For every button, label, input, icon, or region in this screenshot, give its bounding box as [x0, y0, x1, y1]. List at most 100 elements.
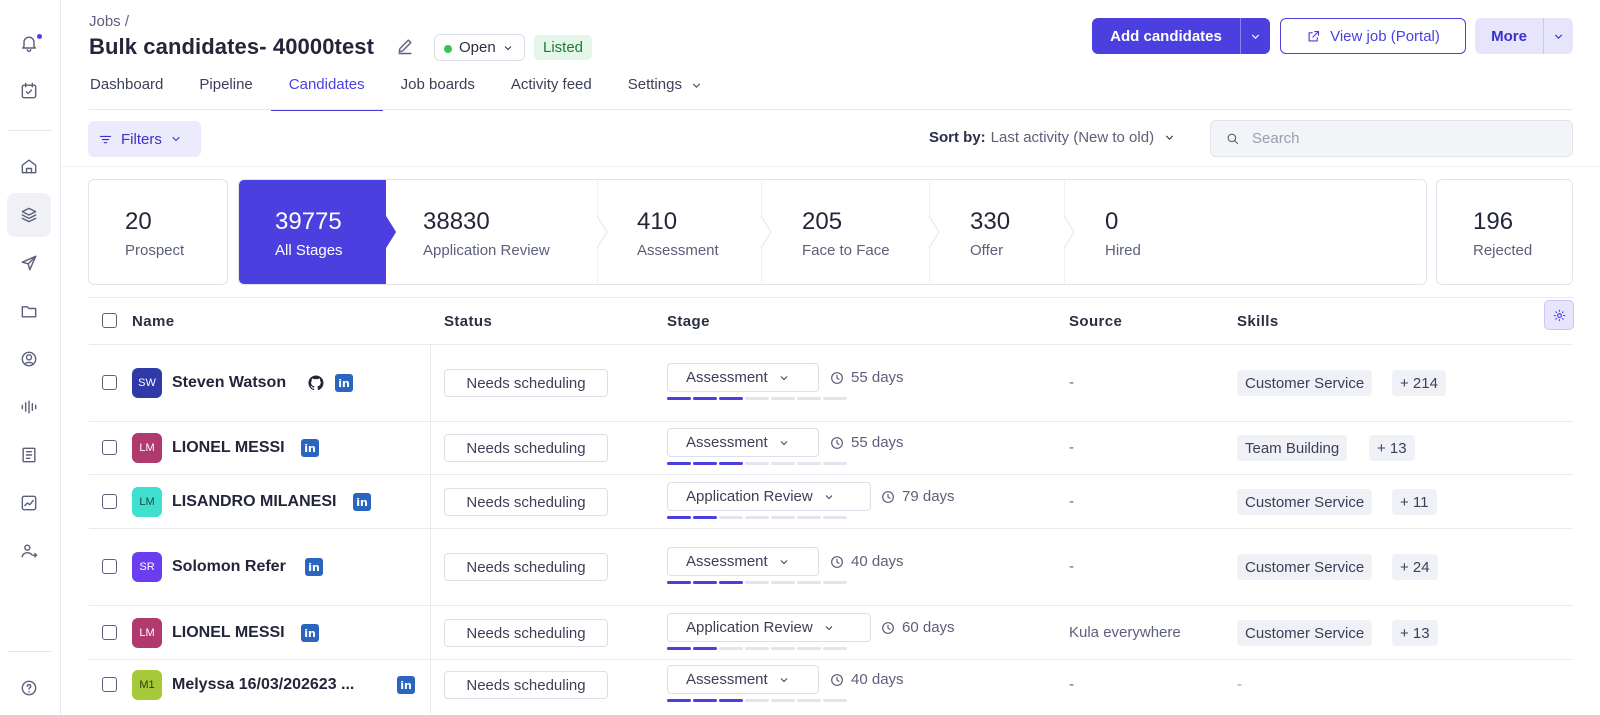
app-root: Jobs / Bulk candidates- 40000test Open L… — [0, 0, 1600, 715]
github-icon[interactable] — [307, 374, 325, 392]
column-header-source[interactable]: Source — [1069, 313, 1122, 330]
row-checkbox[interactable] — [102, 375, 117, 390]
sort-dropdown[interactable]: Sort by: Last activity (New to old) — [929, 129, 1176, 146]
row-checkbox[interactable] — [102, 677, 117, 692]
waveform-icon[interactable] — [7, 385, 51, 429]
more-skills-tag[interactable]: + 11 — [1392, 489, 1437, 515]
days-label: 55 days — [851, 434, 904, 451]
stage-dropdown[interactable]: Assessment — [667, 428, 819, 457]
notebook-icon[interactable] — [7, 433, 51, 477]
row-checkbox[interactable] — [102, 625, 117, 640]
status-dot — [444, 45, 452, 53]
column-header-stage[interactable]: Stage — [667, 313, 710, 330]
stage-count: 39775 — [275, 208, 342, 235]
chevron-down-icon — [1251, 33, 1260, 39]
stage-face-to-face[interactable]: 205 Face to Face — [766, 180, 930, 284]
view-job-portal-button[interactable]: View job (Portal) — [1280, 18, 1466, 54]
candidate-name[interactable]: LIONEL MESSI — [172, 439, 285, 457]
stage-prospect[interactable]: 20 Prospect — [88, 179, 228, 285]
candidate-name[interactable]: LIONEL MESSI — [172, 624, 285, 642]
table-row[interactable]: LM LISANDRO MILANESI in Needs scheduling… — [89, 475, 1573, 529]
stage-hired[interactable]: 0 Hired — [1069, 180, 1409, 284]
tab-job-boards[interactable]: Job boards — [383, 74, 493, 110]
tab-dashboard[interactable]: Dashboard — [89, 74, 181, 110]
stage-application-review[interactable]: 38830 Application Review — [387, 180, 597, 284]
stage-label: All Stages — [275, 242, 343, 259]
row-checkbox[interactable] — [102, 559, 117, 574]
stage-dropdown[interactable]: Assessment — [667, 665, 819, 694]
stage-rejected[interactable]: 196 Rejected — [1436, 179, 1573, 285]
jobs-layers-icon[interactable] — [7, 193, 51, 237]
table-row[interactable]: SW Steven Watson in Needs scheduling Ass… — [89, 345, 1573, 422]
stage-dropdown[interactable]: Assessment — [667, 547, 819, 576]
filters-button[interactable]: Filters — [88, 121, 201, 157]
table-header: Name Status Stage Source Skills — [89, 297, 1573, 345]
analytics-chart-icon[interactable] — [7, 481, 51, 525]
stage-count: 196 — [1473, 208, 1514, 235]
linkedin-icon[interactable]: in — [335, 374, 353, 392]
job-status-dropdown[interactable]: Open — [434, 34, 525, 61]
stage-all-stages[interactable]: 39775 All Stages — [239, 180, 386, 284]
more-button[interactable]: More — [1475, 18, 1573, 54]
candidate-name[interactable]: Solomon Refer — [172, 558, 286, 576]
select-all-checkbox[interactable] — [102, 313, 117, 328]
table-row[interactable]: LM LIONEL MESSI in Needs scheduling Appl… — [89, 606, 1573, 660]
table-row[interactable]: M1 Melyssa 16/03/202623 ... in Needs sch… — [89, 660, 1573, 715]
view-job-label: View job (Portal) — [1330, 27, 1440, 45]
home-icon[interactable] — [7, 144, 51, 188]
candidate-name[interactable]: Steven Watson — [172, 374, 286, 392]
avatar: M1 — [132, 670, 162, 700]
job-status-label: Open — [459, 39, 496, 56]
linkedin-icon[interactable]: in — [301, 624, 319, 642]
stage-offer[interactable]: 330 Offer — [934, 180, 1064, 284]
search-input[interactable] — [1252, 130, 1552, 147]
send-icon[interactable] — [7, 241, 51, 285]
breadcrumb[interactable]: Jobs / — [89, 13, 129, 30]
notifications-bell-icon[interactable] — [7, 21, 51, 65]
more-skills-tag[interactable]: + 13 — [1392, 620, 1438, 646]
row-checkbox[interactable] — [102, 494, 117, 509]
more-skills-tag[interactable]: + 24 — [1392, 554, 1438, 580]
stage-pipeline: 39775 All Stages 38830 Application Revie… — [238, 179, 1427, 285]
source-value: - — [1069, 493, 1074, 510]
more-dropdown-toggle[interactable] — [1543, 18, 1573, 54]
linkedin-icon[interactable]: in — [301, 439, 319, 457]
help-icon[interactable] — [7, 666, 51, 710]
edit-pencil-icon[interactable] — [395, 36, 417, 58]
folder-icon[interactable] — [7, 289, 51, 333]
stage-label: Application Review — [423, 242, 550, 259]
users-arrow-icon[interactable] — [7, 529, 51, 573]
stage-dropdown[interactable]: Application Review — [667, 613, 871, 642]
tab-activity-feed[interactable]: Activity feed — [493, 74, 610, 110]
candidate-name[interactable]: LISANDRO MILANESI — [172, 493, 336, 511]
add-candidates-button[interactable]: Add candidates — [1092, 18, 1270, 54]
stage-dropdown[interactable]: Application Review — [667, 482, 871, 511]
calendar-check-icon[interactable] — [7, 69, 51, 113]
user-circle-icon[interactable] — [7, 337, 51, 381]
time-in-stage: 60 days — [880, 619, 955, 636]
column-header-skills[interactable]: Skills — [1237, 313, 1279, 330]
column-header-name[interactable]: Name — [132, 313, 174, 330]
sort-label: Sort by: — [929, 129, 986, 146]
more-skills-tag[interactable]: + 214 — [1392, 370, 1446, 396]
table-settings-button[interactable] — [1544, 300, 1574, 330]
source-value: - — [1069, 558, 1074, 575]
candidate-name[interactable]: Melyssa 16/03/202623 ... — [172, 676, 354, 694]
tab-pipeline[interactable]: Pipeline — [181, 74, 270, 110]
gear-icon — [1553, 309, 1565, 321]
linkedin-icon[interactable]: in — [397, 676, 415, 694]
column-header-status[interactable]: Status — [444, 313, 492, 330]
more-skills-tag[interactable]: + 13 — [1369, 435, 1415, 461]
table-row[interactable]: SR Solomon Refer in Needs scheduling Ass… — [89, 529, 1573, 606]
table-row[interactable]: LM LIONEL MESSI in Needs scheduling Asse… — [89, 422, 1573, 475]
stage-assessment[interactable]: 410 Assessment — [601, 180, 761, 284]
stage-dropdown[interactable]: Assessment — [667, 363, 819, 392]
linkedin-icon[interactable]: in — [305, 558, 323, 576]
row-checkbox[interactable] — [102, 440, 117, 455]
tab-settings[interactable]: Settings — [610, 74, 721, 110]
add-candidates-dropdown-toggle[interactable] — [1240, 18, 1270, 54]
clock-icon — [882, 490, 894, 503]
tab-candidates[interactable]: Candidates — [270, 74, 383, 111]
linkedin-icon[interactable]: in — [353, 493, 371, 511]
avatar: SR — [132, 552, 162, 582]
